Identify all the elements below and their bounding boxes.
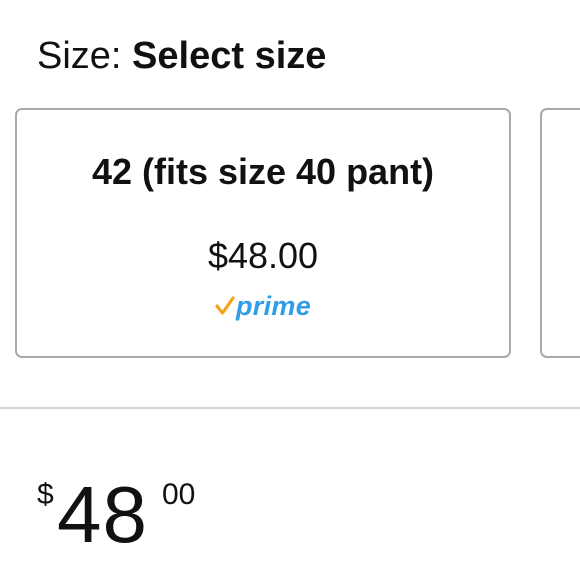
price-currency: $ xyxy=(37,478,54,511)
price-whole: 48 xyxy=(57,470,148,559)
size-option-price: $48.00 xyxy=(207,235,319,276)
size-option-name: 42 (fits size 40 pant) xyxy=(91,151,435,192)
prime-badge: prime xyxy=(215,286,311,326)
size-option-card-next[interactable] xyxy=(540,108,580,358)
prime-check-icon xyxy=(215,296,235,315)
prime-text: prime xyxy=(236,291,312,321)
size-options-carousel: 42 (fits size 40 pant) $48.00 prime xyxy=(0,0,580,400)
price-fraction: 00 xyxy=(162,478,196,511)
size-option-card[interactable]: 42 (fits size 40 pant) $48.00 prime xyxy=(15,108,511,358)
divider xyxy=(0,407,580,409)
